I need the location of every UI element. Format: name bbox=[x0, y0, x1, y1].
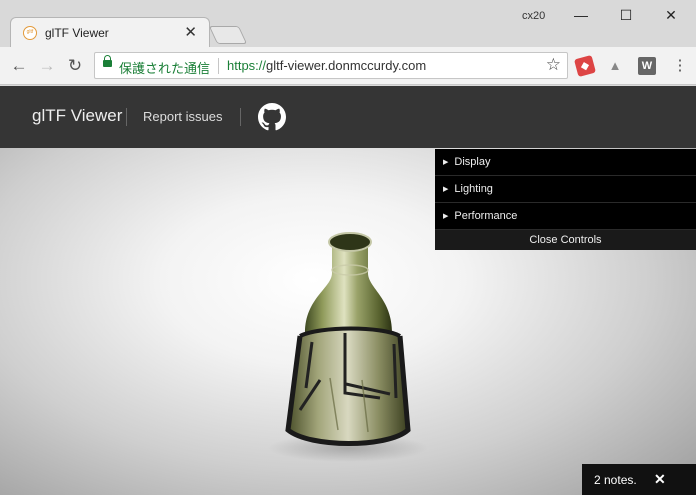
github-icon[interactable] bbox=[258, 103, 286, 131]
folder-label: Display bbox=[454, 156, 491, 168]
folder-label: Lighting bbox=[454, 183, 493, 195]
folder-performance[interactable]: ▶ Performance bbox=[435, 203, 696, 230]
caret-right-icon: ▶ bbox=[443, 186, 449, 193]
url-host: gltf-viewer.donmccurdy.com bbox=[266, 58, 427, 73]
browser-toolbar: ← → ↻ 保護された通信 https://gltf-viewer.donmcc… bbox=[0, 47, 696, 85]
caret-right-icon: ▶ bbox=[443, 159, 449, 166]
block-icon[interactable]: ◆ bbox=[573, 54, 597, 78]
report-issues-link[interactable]: Report issues bbox=[143, 109, 222, 124]
omnibox-divider bbox=[218, 58, 219, 74]
forward-button[interactable]: → bbox=[36, 55, 58, 77]
close-notes-icon[interactable]: ✕ bbox=[654, 471, 666, 488]
caret-right-icon: ▶ bbox=[443, 213, 449, 220]
header-divider bbox=[240, 108, 241, 126]
close-controls-button[interactable]: Close Controls bbox=[435, 230, 696, 250]
maximize-button[interactable]: ☐ bbox=[615, 4, 637, 26]
folder-lighting[interactable]: ▶ Lighting bbox=[435, 176, 696, 203]
notes-toast: 2 notes. ✕ bbox=[582, 464, 696, 495]
folder-label: Performance bbox=[454, 210, 518, 222]
url-scheme: https:// bbox=[227, 58, 267, 73]
wizard-hat-icon[interactable]: ▲ bbox=[606, 57, 624, 75]
reload-button[interactable]: ↻ bbox=[64, 55, 86, 77]
notes-count[interactable]: 2 notes. bbox=[594, 473, 637, 487]
browser-menu-icon[interactable]: ⋮ bbox=[670, 55, 690, 77]
folder-display[interactable]: ▶ Display bbox=[435, 149, 696, 176]
gltf-favicon-icon: gltf bbox=[23, 26, 37, 40]
browser-titlebar: gltf glTF Viewer ✕ cx20 — ☐ ✕ bbox=[0, 0, 696, 47]
app-header: glTF Viewer Report issues bbox=[0, 86, 696, 148]
minimize-button[interactable]: — bbox=[570, 4, 592, 26]
address-bar[interactable]: 保護された通信 https://gltf-viewer.donmccurdy.c… bbox=[94, 52, 568, 79]
profile-name[interactable]: cx20 bbox=[522, 10, 545, 22]
back-button[interactable]: ← bbox=[8, 55, 30, 77]
tab-title: glTF Viewer bbox=[45, 26, 109, 40]
app-title[interactable]: glTF Viewer bbox=[32, 106, 122, 126]
bookmark-star-icon[interactable]: ☆ bbox=[546, 55, 561, 75]
w-extension-icon[interactable]: W bbox=[638, 57, 656, 75]
close-window-button[interactable]: ✕ bbox=[660, 4, 682, 26]
new-tab-button[interactable] bbox=[208, 26, 248, 44]
browser-tab[interactable]: gltf glTF Viewer ✕ bbox=[10, 17, 210, 47]
tab-close-icon[interactable]: ✕ bbox=[184, 23, 197, 41]
lock-icon bbox=[103, 55, 112, 67]
secure-connection-label: 保護された通信 bbox=[119, 61, 211, 76]
url-text[interactable]: https://gltf-viewer.donmccurdy.com bbox=[227, 58, 426, 73]
header-divider bbox=[126, 108, 127, 126]
controls-panel: ▶ Display ▶ Lighting ▶ Performance Close Co… bbox=[435, 149, 696, 250]
